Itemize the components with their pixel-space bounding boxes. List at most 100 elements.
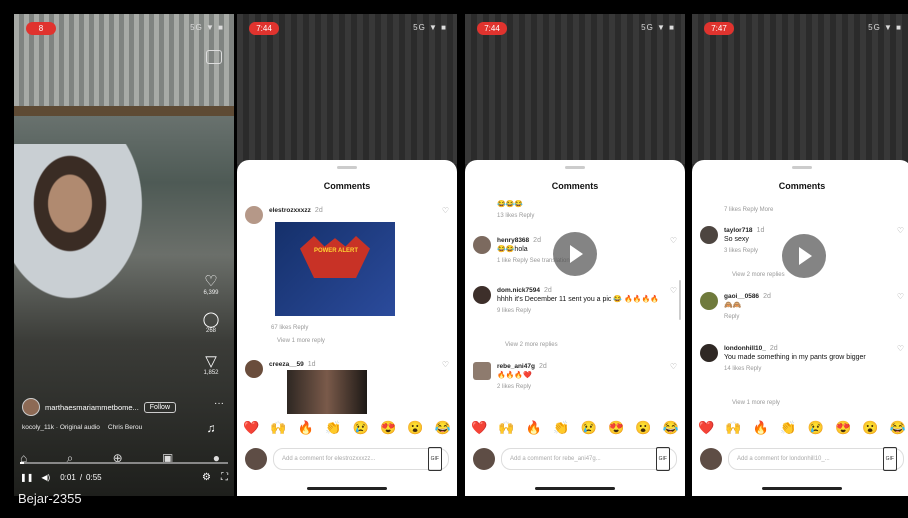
- audio-row[interactable]: kocoly_11k · Original audio Chris Berou: [22, 424, 142, 431]
- comment-meta[interactable]: 13 likes Reply: [497, 212, 677, 221]
- emoji-clap[interactable]: 👏: [325, 420, 341, 436]
- emoji-heart-eyes[interactable]: 😍: [380, 420, 396, 436]
- avatar[interactable]: [245, 206, 263, 224]
- audio-thumb[interactable]: ♫: [198, 421, 224, 435]
- sheet-title: Comments: [323, 181, 371, 191]
- video-progress-bar[interactable]: [20, 462, 228, 464]
- view-replies-link[interactable]: View 1 more reply: [277, 338, 325, 344]
- gif-button[interactable]: GIF: [655, 447, 670, 471]
- avatar[interactable]: [700, 226, 718, 244]
- heart-icon[interactable]: ♡: [670, 236, 677, 266]
- audio-name: kocoly_11k · Original audio: [22, 424, 100, 431]
- avatar[interactable]: [473, 362, 491, 380]
- emoji-raised-hands[interactable]: 🙌: [725, 420, 741, 436]
- player-controls: ❚❚ ◀) 0:01 / 0:55 ⚙ ⛶: [20, 472, 228, 483]
- sheet-title: Comments: [551, 181, 599, 191]
- emoji-fire[interactable]: 🔥: [298, 420, 314, 436]
- share-button[interactable]: ▽ 1,852: [198, 352, 224, 376]
- scrollbar[interactable]: [679, 280, 681, 320]
- heart-icon[interactable]: ♡: [670, 286, 677, 316]
- heart-icon[interactable]: ♡: [897, 292, 904, 322]
- emoji-bar: ❤️ 🙌 🔥 👏 😢 😍 😮 😂: [471, 420, 679, 436]
- emoji-raised-hands[interactable]: 🙌: [270, 420, 286, 436]
- fullscreen-icon[interactable]: ⛶: [221, 472, 228, 483]
- comment-user[interactable]: rebe_ani47g: [497, 363, 535, 370]
- emoji-clap[interactable]: 👏: [780, 420, 796, 436]
- comment-user[interactable]: gaoi__0586: [724, 293, 759, 300]
- comment-input[interactable]: Add a comment for londonhill10_... GIF: [728, 447, 904, 471]
- emoji-raised-hands[interactable]: 🙌: [498, 420, 514, 436]
- heart-icon[interactable]: ♡: [897, 344, 904, 374]
- comment-image[interactable]: POWER ALERT: [275, 222, 395, 316]
- play-overlay-button[interactable]: [782, 234, 826, 278]
- comment-meta[interactable]: 2 likes Reply: [497, 383, 664, 392]
- avatar[interactable]: [22, 398, 40, 416]
- emoji-wow[interactable]: 😮: [635, 420, 651, 436]
- comment-meta[interactable]: 7 likes Reply More: [724, 207, 773, 213]
- avatar[interactable]: [700, 292, 718, 310]
- emoji-heart-eyes[interactable]: 😍: [835, 420, 851, 436]
- emoji-heart[interactable]: ❤️: [471, 420, 487, 436]
- comment-button[interactable]: ◯ 268: [198, 310, 224, 334]
- sheet-handle[interactable]: [337, 166, 357, 169]
- more-options-icon[interactable]: ···: [214, 398, 224, 409]
- comment-input-placeholder: Add a comment for elestrozxxxzz...: [282, 456, 376, 462]
- camera-icon[interactable]: [206, 50, 222, 64]
- emoji-laugh[interactable]: 😂: [663, 420, 679, 436]
- emoji-wow[interactable]: 😮: [407, 420, 423, 436]
- comment-input[interactable]: Add a comment for elestrozxxxzz... GIF: [273, 447, 449, 471]
- reel-video-panel[interactable]: 8 5G ▼ ■ ♡ 6,399 ◯ 268 ▽ 1,852 ♫ marthae…: [14, 14, 234, 496]
- avatar[interactable]: [700, 344, 718, 362]
- comment-user[interactable]: henry8368: [497, 237, 529, 244]
- heart-icon[interactable]: ♡: [897, 226, 904, 256]
- sheet-handle[interactable]: [792, 166, 812, 169]
- comment-user[interactable]: elestrozxxxzz: [269, 207, 311, 214]
- view-replies-link[interactable]: View 2 more replies: [732, 272, 785, 278]
- comment-meta[interactable]: 67 likes Reply: [271, 325, 308, 331]
- comment-user[interactable]: londonhill10_: [724, 345, 766, 352]
- comment-meta[interactable]: 9 likes Reply: [497, 307, 664, 316]
- settings-gear-icon[interactable]: ⚙: [202, 472, 211, 483]
- volume-icon[interactable]: ◀): [41, 473, 50, 482]
- emoji-sad[interactable]: 😢: [581, 420, 597, 436]
- emoji-sad[interactable]: 😢: [808, 420, 824, 436]
- comment-user[interactable]: dom.nick7594: [497, 287, 540, 294]
- emoji-heart[interactable]: ❤️: [698, 420, 714, 436]
- play-overlay-button[interactable]: [553, 232, 597, 276]
- emoji-heart-eyes[interactable]: 😍: [608, 420, 624, 436]
- comment-meta[interactable]: Reply: [724, 313, 891, 322]
- sheet-handle[interactable]: [565, 166, 585, 169]
- avatar[interactable]: [473, 236, 491, 254]
- comment-photo[interactable]: [287, 370, 367, 414]
- follow-button[interactable]: Follow: [143, 401, 177, 413]
- comment-input[interactable]: Add a comment for rebe_ani47g... GIF: [501, 447, 677, 471]
- gif-button[interactable]: GIF: [427, 447, 442, 471]
- view-replies-link[interactable]: View 1 more reply: [732, 400, 780, 406]
- avatar[interactable]: [245, 360, 263, 378]
- emoji-sad[interactable]: 😢: [353, 420, 369, 436]
- comment-user[interactable]: taylor718: [724, 227, 753, 234]
- comment-user[interactable]: creeza__59: [269, 361, 304, 368]
- emoji-laugh[interactable]: 😂: [435, 420, 451, 436]
- gif-button[interactable]: GIF: [882, 447, 897, 471]
- creator-name[interactable]: marthaesmariammetbome...: [45, 403, 139, 412]
- comment-meta[interactable]: 14 likes Reply: [724, 365, 891, 374]
- emoji-heart[interactable]: ❤️: [243, 420, 259, 436]
- comment-time: 2d: [538, 363, 547, 370]
- emoji-clap[interactable]: 👏: [553, 420, 569, 436]
- comments-sheet: Comments 7 likes Reply More taylor718 1d …: [692, 160, 908, 496]
- view-replies-link[interactable]: View 2 more replies: [505, 342, 558, 348]
- emoji-laugh[interactable]: 😂: [890, 420, 906, 436]
- avatar[interactable]: [473, 286, 491, 304]
- comments-panel-1: 7:44 5G ▼ ■ Comments elestrozxxxzz 2d ♡ P…: [237, 14, 457, 496]
- emoji-wow[interactable]: 😮: [862, 420, 878, 436]
- status-icons: 5G ▼ ■: [641, 23, 675, 32]
- pause-icon[interactable]: ❚❚: [20, 473, 33, 482]
- heart-icon[interactable]: ♡: [442, 360, 449, 378]
- emoji-fire[interactable]: 🔥: [526, 420, 542, 436]
- like-button[interactable]: ♡ 6,399: [198, 272, 224, 296]
- emoji-fire[interactable]: 🔥: [753, 420, 769, 436]
- heart-icon[interactable]: ♡: [670, 362, 677, 392]
- comments-panel-2: 7:44 5G ▼ ■ Comments 😂😂😂 13 likes Reply …: [465, 14, 685, 496]
- heart-icon[interactable]: ♡: [442, 206, 449, 224]
